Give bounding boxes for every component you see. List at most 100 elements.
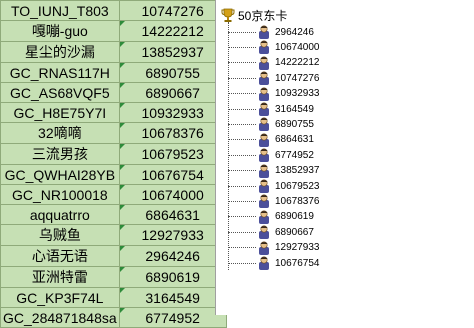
cell-user-id[interactable]: 6890619 bbox=[118, 266, 227, 288]
cell-username[interactable]: 心语无语 bbox=[0, 245, 120, 267]
cell-username[interactable]: GC_RNAS117H bbox=[0, 62, 120, 83]
tree-branch-line bbox=[228, 231, 256, 233]
tree-node-label: 6890755 bbox=[275, 118, 314, 130]
cell-username[interactable]: 嘎嘣-guo bbox=[0, 20, 120, 42]
tree-branch-line bbox=[228, 31, 256, 33]
tree-root-label: 50京东卡 bbox=[238, 8, 288, 23]
tree-branch-line bbox=[228, 170, 256, 172]
tree-node-label: 10678376 bbox=[275, 195, 320, 207]
cell-username[interactable]: GC_AS68VQF5 bbox=[0, 82, 120, 103]
tree-branch-line bbox=[228, 62, 256, 64]
cell-user-id[interactable]: 3164549 bbox=[118, 287, 227, 308]
cell-username[interactable]: 星尘的沙漏 bbox=[0, 41, 120, 63]
trophy-icon bbox=[221, 8, 235, 22]
cell-username[interactable]: GC_QWHAI28YB bbox=[0, 164, 120, 185]
cell-username[interactable]: GC_KP3F74L bbox=[0, 287, 120, 308]
tree-node-label: 10676754 bbox=[275, 257, 320, 269]
tree-branch-line bbox=[228, 216, 256, 218]
user-icon bbox=[259, 179, 269, 193]
tree-node[interactable]: 10747276 bbox=[228, 70, 320, 86]
cell-username[interactable]: 乌贼鱼 bbox=[0, 224, 120, 246]
tree-node[interactable]: 10679523 bbox=[228, 178, 320, 194]
tree-node[interactable]: 6890755 bbox=[228, 116, 314, 132]
sheet-row: GC_AS68VQF5 6890667 bbox=[0, 82, 227, 103]
cell-user-id[interactable]: 10676754 bbox=[118, 164, 227, 185]
tree-node-label: 6890619 bbox=[275, 211, 314, 223]
user-icon bbox=[259, 117, 269, 132]
cell-user-id[interactable]: 10747276 bbox=[118, 0, 227, 21]
sheet-row: GC_H8E75Y7I 10932933 bbox=[0, 102, 227, 123]
tree-node[interactable]: 6890619 bbox=[228, 209, 314, 225]
user-icon bbox=[259, 71, 269, 86]
cell-username[interactable]: GC_284871848sa bbox=[0, 307, 120, 328]
tree-node[interactable]: 10678376 bbox=[228, 193, 320, 209]
tree-branch-line bbox=[228, 77, 256, 79]
tree-node-label: 12927933 bbox=[275, 242, 320, 254]
tree-node-label: 10679523 bbox=[275, 180, 320, 192]
cell-user-id[interactable]: 10674000 bbox=[118, 184, 227, 205]
tree-node-label: 3164549 bbox=[275, 103, 314, 115]
tree-node-label: 6864631 bbox=[275, 134, 314, 146]
sheet-row: 乌贼鱼 12927933 bbox=[0, 224, 227, 246]
sheet-row: GC_KP3F74L 3164549 bbox=[0, 287, 227, 308]
tree-node-label: 2964246 bbox=[275, 26, 314, 38]
user-icon bbox=[259, 133, 269, 147]
tree-root[interactable]: 50京东卡 bbox=[220, 7, 287, 23]
cell-user-id[interactable]: 10932933 bbox=[118, 102, 227, 123]
cell-username[interactable]: 三流男孩 bbox=[0, 143, 120, 165]
tree-node-label: 14222212 bbox=[275, 57, 320, 69]
tree-node[interactable]: 6890667 bbox=[228, 224, 314, 240]
user-icon bbox=[259, 164, 269, 178]
tree-node[interactable]: 10676754 bbox=[228, 255, 320, 271]
cell-username[interactable]: aqquatrro bbox=[0, 204, 120, 225]
user-icon bbox=[259, 210, 269, 224]
tree-node[interactable]: 6864631 bbox=[228, 132, 314, 148]
tree-branch-line bbox=[228, 185, 256, 187]
tree-node[interactable]: 6774952 bbox=[228, 147, 314, 163]
cell-username[interactable]: 亚洲特雷 bbox=[0, 266, 120, 288]
cell-user-id[interactable]: 2964246 bbox=[118, 245, 227, 267]
cell-user-id[interactable]: 10678376 bbox=[118, 122, 227, 144]
cell-user-id[interactable]: 12927933 bbox=[118, 224, 227, 246]
cell-user-id[interactable]: 13852937 bbox=[118, 41, 227, 63]
cell-username[interactable]: 32嘀嘀 bbox=[0, 122, 120, 144]
tree-node-label: 13852937 bbox=[275, 165, 320, 177]
tree-branch-line bbox=[228, 93, 256, 95]
tree-node[interactable]: 13852937 bbox=[228, 163, 320, 179]
sheet-row: 32嘀嘀 10678376 bbox=[0, 122, 227, 144]
tree-node-label: 6890667 bbox=[275, 226, 314, 238]
tree-node[interactable]: 3164549 bbox=[228, 101, 314, 117]
sheet-row: TO_IUNJ_T803 10747276 bbox=[0, 0, 227, 21]
cell-user-id[interactable]: 6890755 bbox=[118, 62, 227, 83]
spreadsheet-grid: TO_IUNJ_T803 10747276 嘎嘣-guo 14222212 星尘的沙漏 1… bbox=[0, 0, 227, 328]
cell-username[interactable]: GC_H8E75Y7I bbox=[0, 102, 120, 123]
tree-node[interactable]: 10932933 bbox=[228, 86, 320, 102]
tree-node-label: 10932933 bbox=[275, 88, 320, 100]
sheet-row: 嘎嘣-guo 14222212 bbox=[0, 20, 227, 42]
tree-node[interactable]: 2964246 bbox=[228, 24, 314, 40]
tree-branch-line bbox=[228, 108, 256, 110]
tree-node-label: 6774952 bbox=[275, 149, 314, 161]
cell-user-id[interactable]: 6864631 bbox=[118, 204, 227, 225]
tree-branch-line bbox=[228, 247, 256, 249]
cell-user-id[interactable]: 6774952 bbox=[118, 307, 227, 328]
cell-user-id[interactable]: 10679523 bbox=[118, 143, 227, 165]
tree-node-label: 10674000 bbox=[275, 41, 320, 53]
sheet-row: 星尘的沙漏 13852937 bbox=[0, 41, 227, 63]
cell-user-id[interactable]: 6890667 bbox=[118, 82, 227, 103]
sheet-row: 三流男孩 10679523 bbox=[0, 143, 227, 165]
sheet-row: 亚洲特雷 6890619 bbox=[0, 266, 227, 288]
user-icon bbox=[259, 225, 269, 240]
sheet-row: GC_RNAS117H 6890755 bbox=[0, 62, 227, 83]
tree-branch-line bbox=[228, 123, 256, 125]
tree-node[interactable]: 14222212 bbox=[228, 55, 320, 71]
sheet-row: GC_284871848sa 6774952 bbox=[0, 307, 227, 328]
tree-panel: 50京东卡 2964246 10674000 14222212 10747276 109… bbox=[215, 0, 474, 315]
cell-username[interactable]: GC_NR100018 bbox=[0, 184, 120, 205]
tree-node[interactable]: 10674000 bbox=[228, 39, 320, 55]
tree-node[interactable]: 12927933 bbox=[228, 240, 320, 256]
cell-user-id[interactable]: 14222212 bbox=[118, 20, 227, 42]
cell-username[interactable]: TO_IUNJ_T803 bbox=[0, 0, 120, 21]
user-icon bbox=[259, 25, 269, 39]
user-icon bbox=[259, 102, 269, 116]
